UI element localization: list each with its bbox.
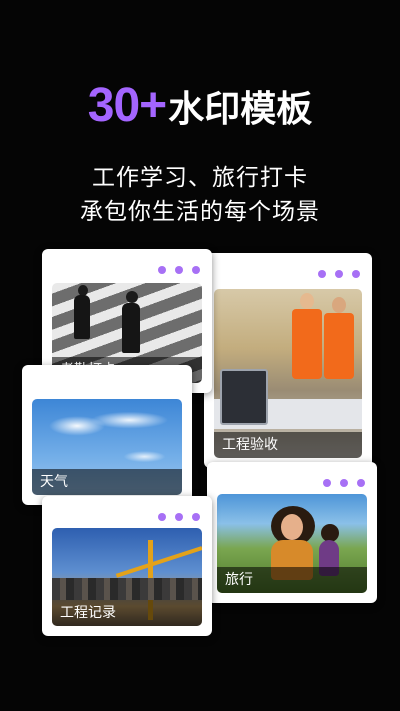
- card-dots: [149, 259, 200, 274]
- travel-photo: 旅行: [217, 494, 367, 593]
- template-card-weather[interactable]: 天气: [22, 365, 192, 505]
- weather-photo: 天气: [32, 399, 182, 495]
- template-card-travel[interactable]: 旅行: [207, 462, 377, 603]
- card-caption: 工程验收: [214, 432, 362, 458]
- card-dots: [149, 506, 200, 521]
- headline-number: 30+: [87, 79, 167, 132]
- card-caption: 旅行: [217, 567, 367, 593]
- inspection-photo: 工程验收: [214, 289, 362, 458]
- card-caption: 天气: [32, 469, 182, 495]
- template-card-construction[interactable]: 工程记录: [42, 496, 212, 636]
- construction-photo: 工程记录: [52, 528, 202, 626]
- headline: 30+水印模板: [0, 78, 400, 133]
- card-dots: [314, 472, 365, 487]
- subtitle-line-2: 承包你生活的每个场景: [80, 199, 320, 225]
- card-caption: 工程记录: [52, 600, 202, 626]
- card-dots: [309, 263, 360, 278]
- subtitle-line-1: 工作学习、旅行打卡: [92, 165, 308, 191]
- template-card-inspection[interactable]: 工程验收: [204, 253, 372, 468]
- headline-text: 水印模板: [168, 88, 313, 130]
